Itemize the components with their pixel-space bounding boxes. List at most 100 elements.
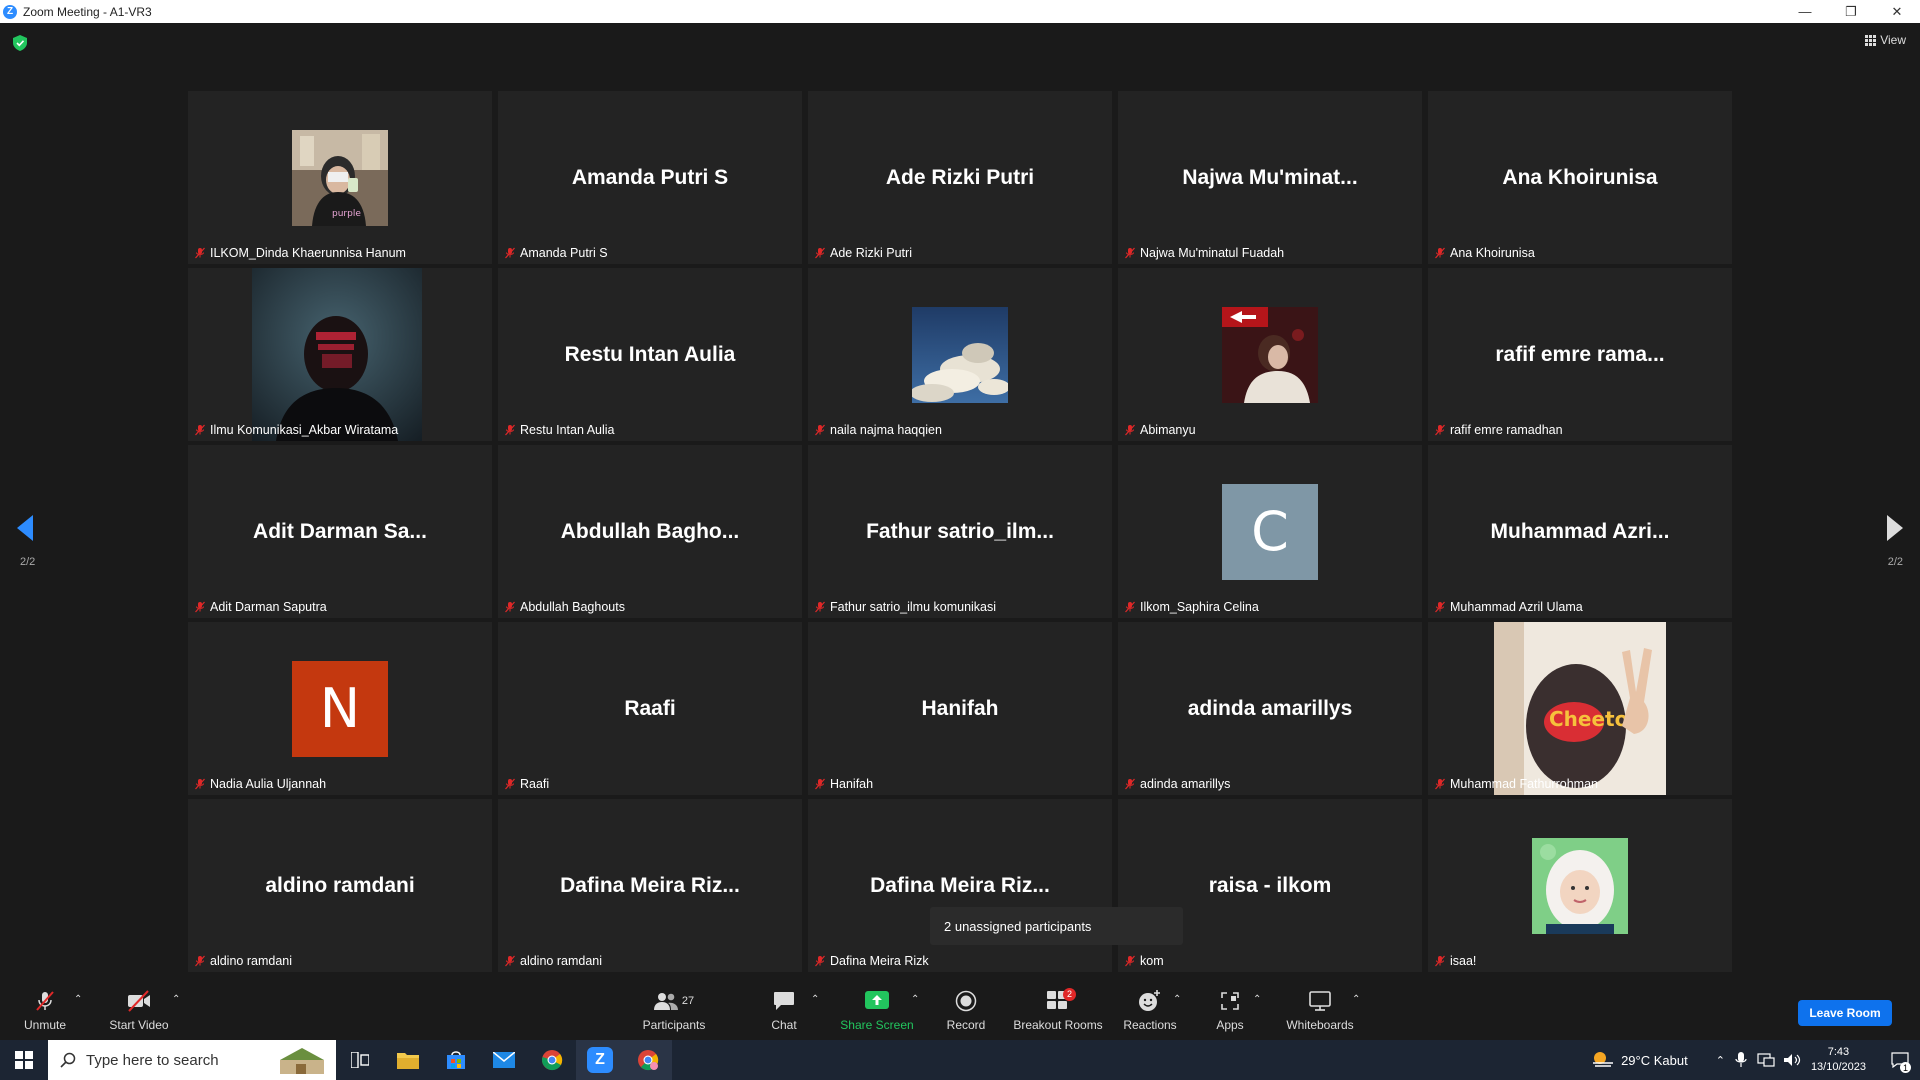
participant-tile[interactable]: isaa!: [1428, 799, 1732, 972]
participant-display-name: Hanifah: [921, 696, 999, 720]
muted-mic-icon: [504, 424, 516, 436]
apps-button[interactable]: Apps: [1212, 980, 1248, 1040]
muted-mic-icon: [814, 247, 826, 259]
participant-name-label: isaa!: [1434, 954, 1476, 968]
share-screen-button[interactable]: Share Screen: [840, 980, 914, 1040]
participant-display-name: Abdullah Bagho...: [560, 519, 740, 543]
participant-tile[interactable]: aldino ramdani aldino ramdani: [188, 799, 492, 972]
unmute-button[interactable]: Unmute: [20, 980, 70, 1040]
weather-fog-icon[interactable]: [1591, 1050, 1615, 1070]
record-label: Record: [946, 1017, 986, 1032]
next-page-arrow-icon[interactable]: [1887, 515, 1903, 541]
chrome-icon[interactable]: [528, 1040, 576, 1080]
task-view-icon[interactable]: [336, 1040, 384, 1080]
start-video-label: Start Video: [109, 1017, 169, 1032]
participant-tile[interactable]: adinda amarillys adinda amarillys: [1118, 622, 1422, 795]
breakout-rooms-button[interactable]: 2 Breakout Rooms: [1013, 980, 1103, 1040]
participant-tile[interactable]: Abimanyu: [1118, 268, 1422, 441]
participant-tile[interactable]: Abdullah Bagho... Abdullah Baghouts: [498, 445, 802, 618]
muted-mic-icon: [504, 601, 516, 613]
file-explorer-icon[interactable]: [384, 1040, 432, 1080]
participant-avatar: C: [1222, 483, 1318, 580]
breakout-rooms-badge: 2: [1063, 987, 1076, 1001]
leave-room-button[interactable]: Leave Room: [1798, 1000, 1892, 1026]
participant-name: Amanda Putri S: [520, 246, 608, 260]
start-button[interactable]: [0, 1040, 48, 1080]
participant-name: Raafi: [520, 777, 550, 791]
microsoft-store-icon[interactable]: [432, 1040, 480, 1080]
volume-icon[interactable]: [1783, 1053, 1801, 1067]
close-icon[interactable]: ✕: [1874, 0, 1920, 23]
participants-button[interactable]: 27 Participants: [638, 980, 710, 1040]
participant-display-name: Dafina Meira Riz...: [870, 873, 1050, 897]
chat-button[interactable]: Chat: [766, 980, 802, 1040]
muted-mic-icon: [1124, 424, 1136, 436]
participant-name: Nadia Aulia Uljannah: [210, 777, 327, 791]
participant-tile[interactable]: Adit Darman Sa... Adit Darman Saputra: [188, 445, 492, 618]
reactions-options-chevron-icon[interactable]: ⌃: [1173, 994, 1181, 1005]
zoom-taskbar-icon[interactable]: Z: [576, 1040, 624, 1080]
share-options-chevron-icon[interactable]: ⌃: [911, 994, 919, 1005]
mail-icon[interactable]: [480, 1040, 528, 1080]
participant-tile[interactable]: Fathur satrio_ilm... Fathur satrio_ilmu k…: [808, 445, 1112, 618]
participant-name-label: ILKOM_Dinda Khaerunnisa Hanum: [194, 246, 406, 260]
participant-tile[interactable]: Dafina Meira Riz... Dafina Meira Rizk: [808, 799, 1112, 972]
muted-microphone-icon: [36, 990, 54, 1011]
participant-tile[interactable]: Ana Khoirunisa Ana Khoirunisa: [1428, 91, 1732, 264]
chrome-profile-taskbar-icon[interactable]: [624, 1040, 672, 1080]
participant-display-name: Dafina Meira Riz...: [560, 873, 740, 897]
participant-tile[interactable]: Ade Rizki Putri Ade Rizki Putri: [808, 91, 1112, 264]
participant-tile[interactable]: Ilmu Komunikasi_Akbar Wiratama: [188, 268, 492, 441]
participant-tile[interactable]: Raafi Raafi: [498, 622, 802, 795]
apps-options-chevron-icon[interactable]: ⌃: [1253, 994, 1261, 1005]
audio-options-chevron-icon[interactable]: ⌃: [74, 994, 82, 1005]
microphone-tray-icon[interactable]: [1735, 1052, 1747, 1068]
participant-name-label: Ana Khoirunisa: [1434, 246, 1535, 260]
participant-tile[interactable]: Amanda Putri S Amanda Putri S: [498, 91, 802, 264]
participant-tile[interactable]: C Ilkom_Saphira Celina: [1118, 445, 1422, 618]
reactions-icon: [1139, 989, 1160, 1011]
notifications-button[interactable]: 1: [1880, 1040, 1920, 1080]
participant-tile[interactable]: purple ILKOM_Dinda Khaerunnisa Hanum: [188, 91, 492, 264]
view-button[interactable]: View: [1865, 33, 1906, 47]
muted-mic-icon: [1434, 955, 1446, 967]
participant-tile[interactable]: Hanifah Hanifah: [808, 622, 1112, 795]
participant-display-name: raisa - ilkom: [1208, 873, 1332, 897]
participant-tile[interactable]: Dafina Meira Riz... aldino ramdani: [498, 799, 802, 972]
participant-tile[interactable]: N Nadia Aulia Uljannah: [188, 622, 492, 795]
previous-page-arrow-icon[interactable]: [17, 515, 33, 541]
participant-tile[interactable]: naila najma haqqien: [808, 268, 1112, 441]
unassigned-participants-tooltip[interactable]: 2 unassigned participants: [930, 907, 1183, 945]
participant-tile[interactable]: Najwa Mu'minat... Najwa Mu'minatul Fuadah: [1118, 91, 1422, 264]
participant-tile[interactable]: Restu Intan Aulia Restu Intan Aulia: [498, 268, 802, 441]
participant-name-label: naila najma haqqien: [814, 423, 942, 437]
whiteboards-button[interactable]: Whiteboards: [1284, 980, 1356, 1040]
taskbar-clock[interactable]: 7:43 13/10/2023: [1811, 1045, 1866, 1075]
participant-tile[interactable]: Muhammad Azri... Muhammad Azril Ulama: [1428, 445, 1732, 618]
participant-name-label: aldino ramdani: [194, 954, 292, 968]
participant-tile[interactable]: Cheetos Muhammad Fathurrohman: [1428, 622, 1732, 795]
show-hidden-icons-chevron-icon[interactable]: ⌃: [1716, 1054, 1725, 1067]
whiteboards-options-chevron-icon[interactable]: ⌃: [1352, 994, 1360, 1005]
restore-icon[interactable]: ❐: [1828, 0, 1874, 23]
taskbar-search-box[interactable]: Type here to search: [48, 1040, 336, 1080]
muted-mic-icon: [194, 778, 206, 790]
video-off-icon: [128, 989, 150, 1012]
participant-name: Ade Rizki Putri: [830, 246, 912, 260]
security-shield-icon[interactable]: [13, 35, 27, 51]
chat-options-chevron-icon[interactable]: ⌃: [811, 994, 819, 1005]
weather-text[interactable]: 29°C Kabut: [1621, 1053, 1688, 1068]
window-title: Zoom Meeting - A1-VR3: [23, 4, 152, 19]
minimize-icon[interactable]: —: [1782, 0, 1828, 23]
record-button[interactable]: Record: [944, 980, 988, 1040]
participant-name-label: Raafi: [504, 777, 549, 791]
network-icon[interactable]: [1757, 1053, 1775, 1067]
participant-display-name: Restu Intan Aulia: [564, 342, 736, 366]
start-video-button[interactable]: Start Video: [104, 980, 174, 1040]
participant-tile[interactable]: rafif emre rama... rafif emre ramadhan: [1428, 268, 1732, 441]
reactions-button[interactable]: Reactions: [1122, 980, 1178, 1040]
participant-name: Ilmu Komunikasi_Akbar Wiratama: [210, 423, 399, 437]
muted-mic-icon: [1124, 778, 1136, 790]
participant-tile[interactable]: raisa - ilkom kom: [1118, 799, 1422, 972]
video-options-chevron-icon[interactable]: ⌃: [172, 994, 180, 1005]
